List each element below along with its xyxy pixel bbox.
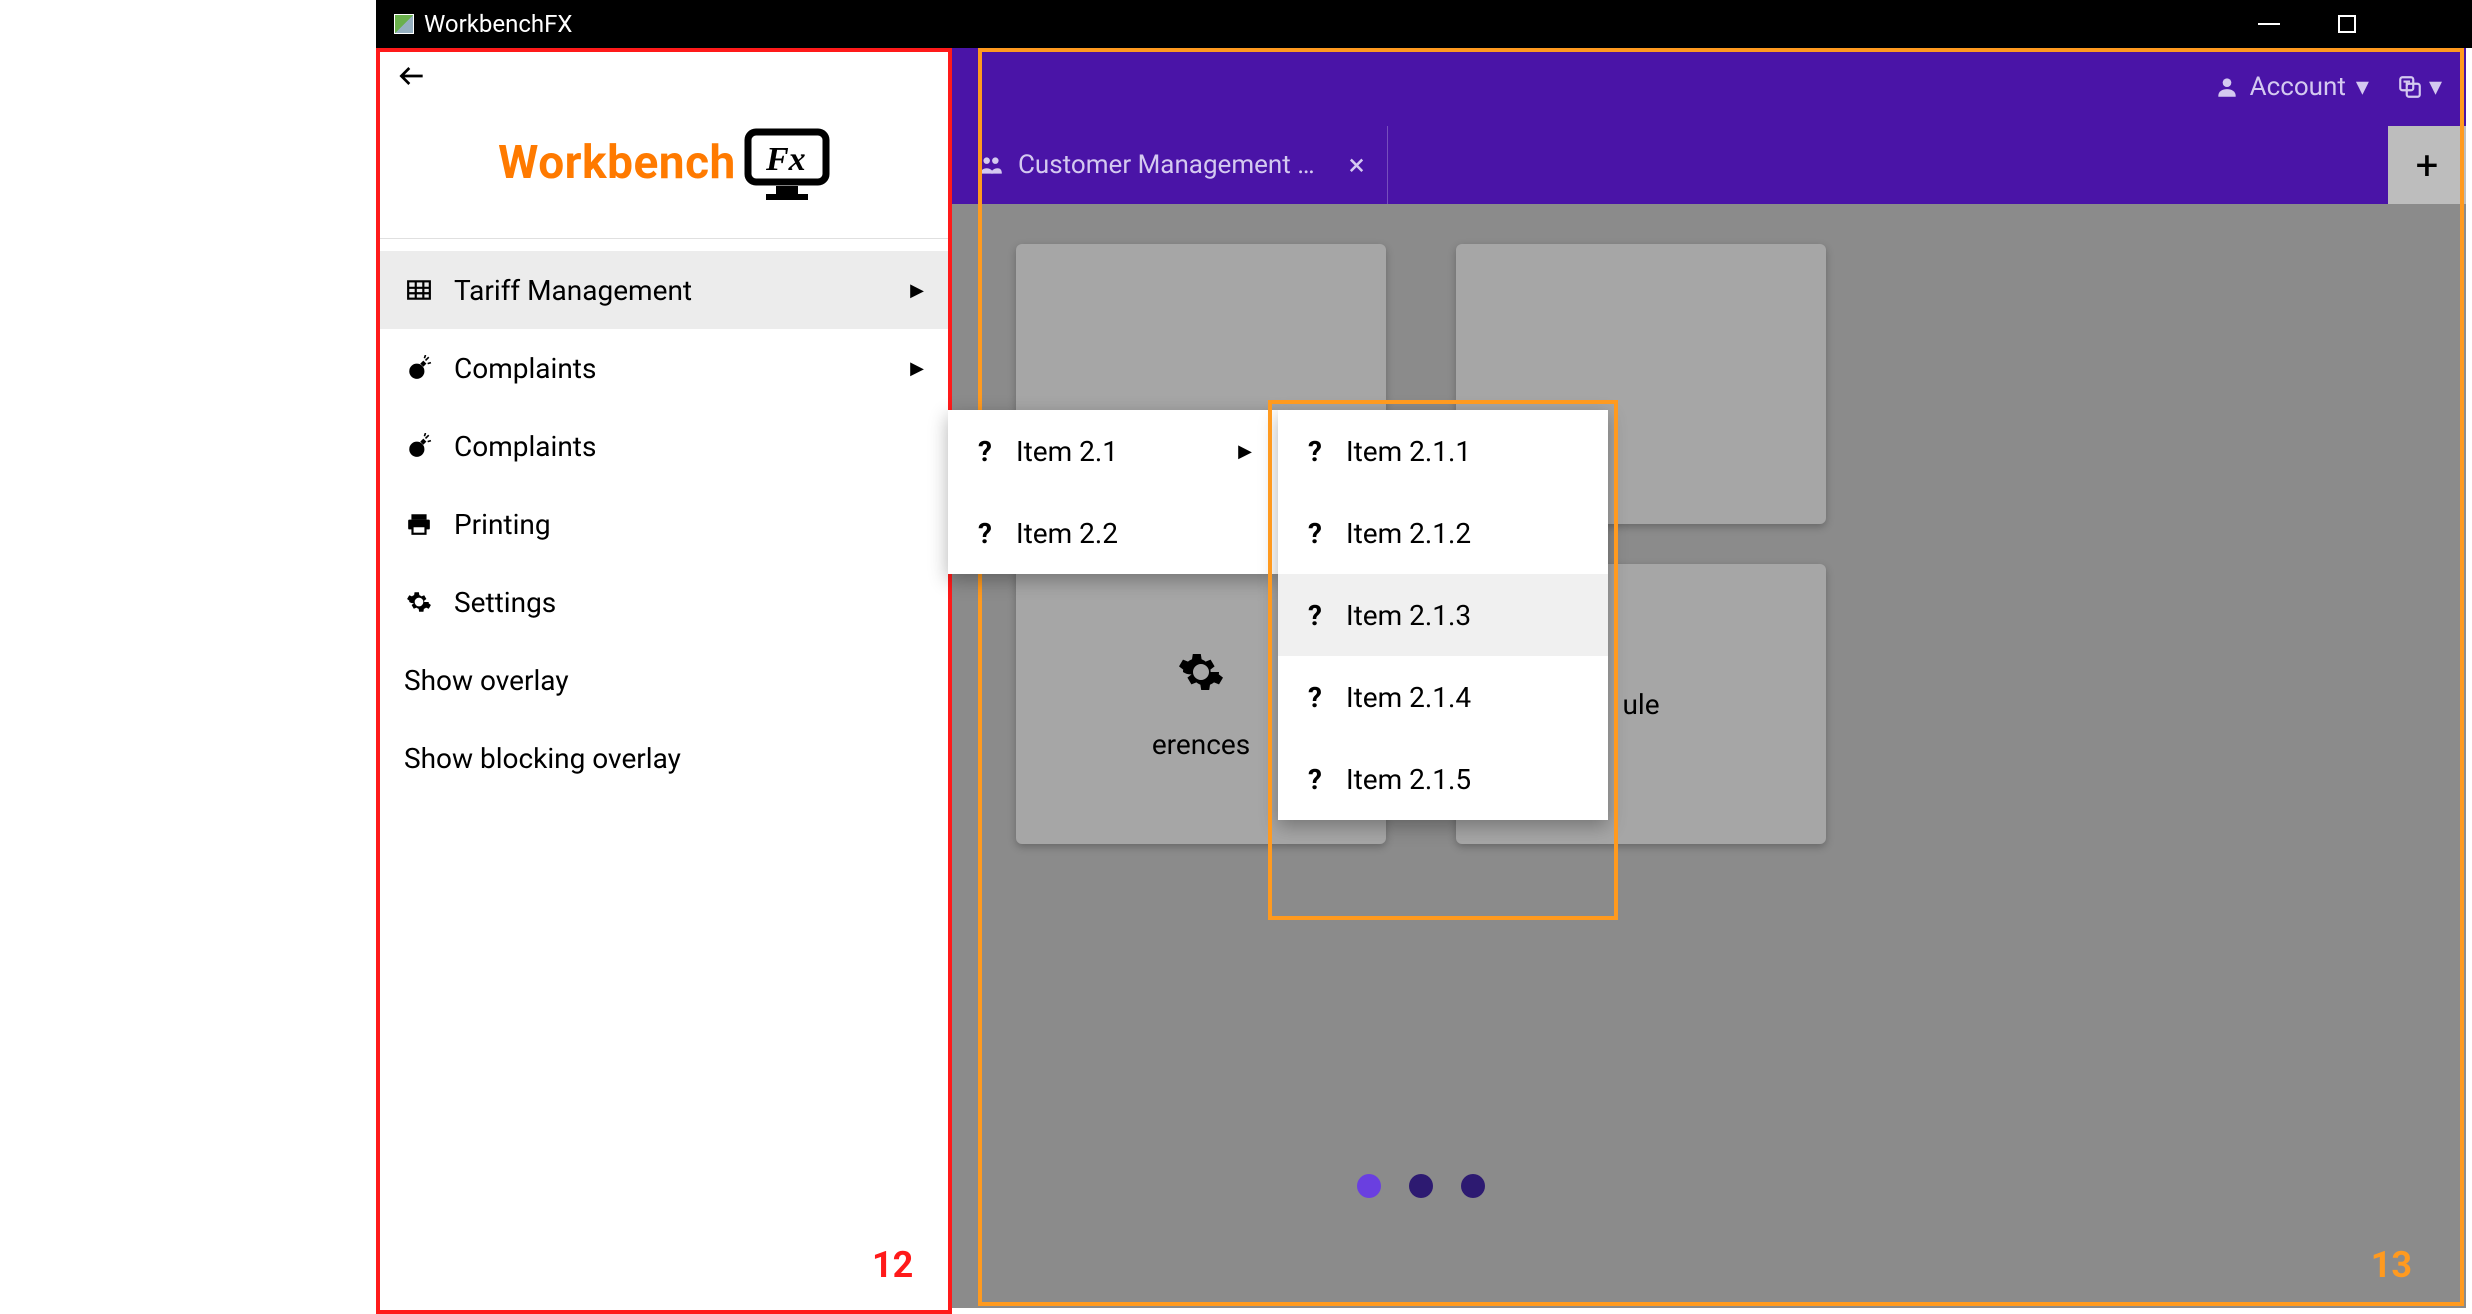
submenu-item[interactable]: ? Item 2.1.4 [1278,656,1608,738]
language-menu[interactable]: ▾ [2397,72,2442,102]
logo-text: Workbench [498,136,736,190]
page-dot[interactable] [1357,1174,1381,1198]
question-icon: ? [1304,517,1326,550]
users-icon [978,154,1004,176]
maximize-button[interactable] [2332,9,2362,39]
add-tab-button[interactable]: + [2388,126,2466,204]
question-icon: ? [1304,681,1326,714]
svg-text:Fx: Fx [765,141,806,178]
nav-label: Settings [454,586,556,619]
submenu-item[interactable]: ? Item 2.1.1 [1278,410,1608,492]
nav-label: Printing [454,508,551,541]
submenu-label: Item 2.1 [1016,435,1118,468]
submenu-label: Item 2.1.4 [1346,681,1471,714]
tab-label: Customer Management … [1018,150,1315,180]
window-title: WorkbenchFX [424,10,572,38]
submenu-label: Item 2.1.1 [1346,435,1471,468]
chevron-down-icon: ▾ [2429,72,2442,102]
tile-label: erences [1152,728,1250,761]
close-icon[interactable]: × [1349,148,1365,183]
monitor-icon: Fx [744,128,830,198]
app-icon [394,14,414,34]
chevron-right-icon: ▶ [1238,441,1252,462]
account-menu[interactable]: Account ▾ [2214,72,2369,102]
nav-item-show-blocking-overlay[interactable]: Show blocking overlay [380,719,948,797]
translate-icon [2397,74,2423,100]
tab-customer-management[interactable]: Customer Management … × [956,126,1388,204]
question-icon: ? [974,435,996,468]
chevron-down-icon: ▾ [2356,72,2369,102]
submenu-item[interactable]: ? Item 2.1.5 [1278,738,1608,820]
close-button[interactable] [2410,9,2440,39]
titlebar: WorkbenchFX [376,0,2472,48]
user-icon [2214,74,2240,100]
submenu-label: Item 2.1.5 [1346,763,1471,796]
question-icon: ? [974,517,996,550]
nav-item-complaints[interactable]: Complaints ▶ [380,329,948,407]
question-icon: ? [1304,763,1326,796]
navigation-drawer: Workbench Fx Tariff Management [380,52,948,1310]
nav-label: Complaints [454,430,596,463]
arrow-left-icon [396,60,428,92]
bomb-icon [404,433,434,459]
nav-label: Tariff Management [454,274,692,307]
submenu-label: Item 2.2 [1016,517,1118,550]
printer-icon [404,511,434,537]
account-label: Account [2250,72,2346,102]
nav-list: Tariff Management ▶ Complaints ▶ Complai… [380,239,948,797]
submenu-item[interactable]: ? Item 2.1 ▶ [948,410,1278,492]
nav-item-printing[interactable]: Printing [380,485,948,563]
submenu-item[interactable]: ? Item 2.1.2 [1278,492,1608,574]
chevron-right-icon: ▶ [910,280,924,301]
nav-item-complaints[interactable]: Complaints [380,407,948,485]
submenu-item[interactable]: ? Item 2.2 [948,492,1278,574]
nav-label: Show overlay [404,664,569,697]
bomb-icon [404,355,434,381]
tile-label: ule [1622,688,1659,721]
grid-icon [404,277,434,303]
logo: Workbench Fx [380,108,948,239]
nav-item-settings[interactable]: Settings [380,563,948,641]
page-dot[interactable] [1409,1174,1433,1198]
nav-item-show-overlay[interactable]: Show overlay [380,641,948,719]
submenu-level-2: ? Item 2.1.1 ? Item 2.1.2 ? Item 2.1.3 ?… [1278,410,1608,820]
nav-label: Show blocking overlay [404,742,681,775]
gear-icon [404,589,434,615]
submenu-label: Item 2.1.2 [1346,517,1471,550]
submenu-item[interactable]: ? Item 2.1.3 [1278,574,1608,656]
gear-icon [1177,648,1225,708]
nav-item-tariff-management[interactable]: Tariff Management ▶ [380,251,948,329]
window-frame: WorkbenchFX Account ▾ ▾ [376,0,2472,1314]
submenu-level-1: ? Item 2.1 ▶ ? Item 2.2 [948,410,1278,574]
nav-label: Complaints [454,352,596,385]
submenu-label: Item 2.1.3 [1346,599,1471,632]
question-icon: ? [1304,435,1326,468]
question-icon: ? [1304,599,1326,632]
chevron-right-icon: ▶ [910,358,924,379]
minimize-button[interactable] [2254,9,2284,39]
page-dot[interactable] [1461,1174,1485,1198]
back-button[interactable] [388,56,436,105]
